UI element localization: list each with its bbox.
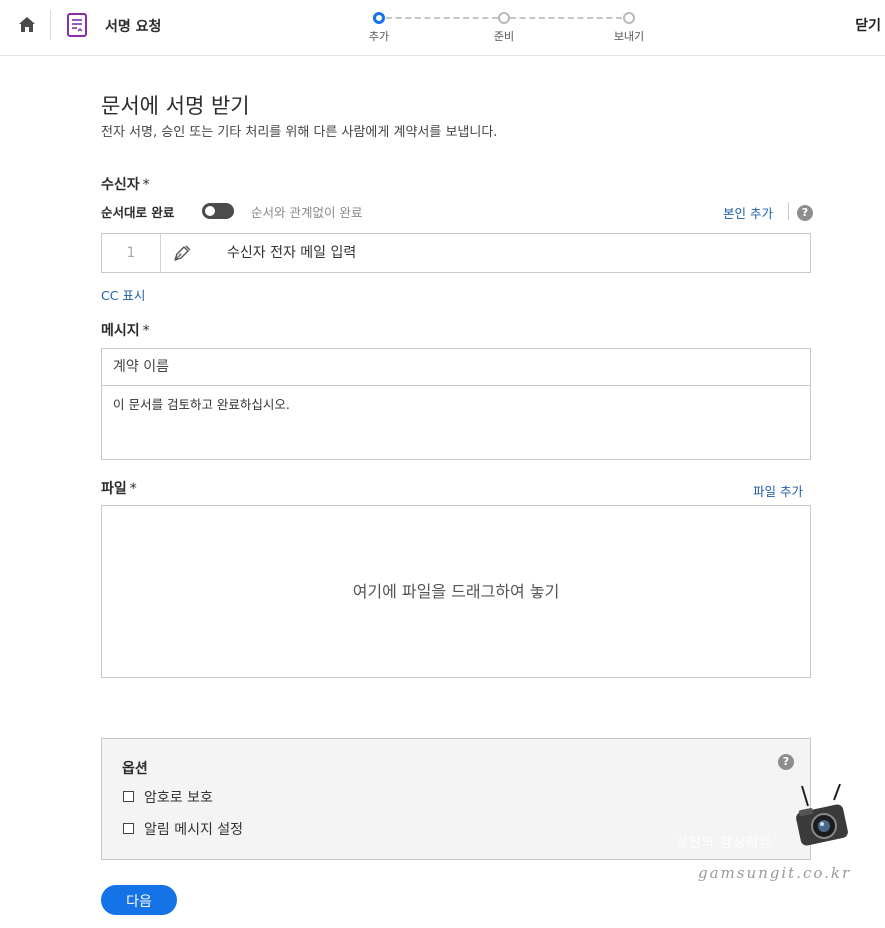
files-title: 파일 * [101, 478, 137, 498]
options-title: 옵션 [122, 761, 148, 777]
add-file-link[interactable]: 파일 추가 [753, 481, 803, 500]
recipients-help-icon[interactable]: ? [797, 205, 813, 221]
recipients-title: 수신자 * [101, 174, 150, 194]
step-connector [510, 17, 622, 19]
required-mark: * [129, 481, 137, 497]
order-off-label: 순서와 관계없이 완료 [251, 205, 363, 220]
sign-request-document-icon [67, 13, 87, 37]
reminder-checkbox[interactable] [123, 822, 134, 834]
options-help-icon[interactable]: ? [778, 754, 794, 770]
app-title: 서명 요청 [105, 19, 162, 35]
link-separator [788, 202, 789, 220]
show-cc-link[interactable]: CC 표시 [101, 285, 145, 304]
add-me-link[interactable]: 본인 추가 [723, 203, 773, 222]
order-toggle[interactable] [202, 203, 234, 219]
option-reminder-label: 알림 메시지 설정 [144, 822, 244, 838]
message-body-textarea[interactable]: 이 문서를 검토하고 완료하십시오. [113, 394, 290, 413]
watermark-url: gamsungit.co.kr [698, 864, 852, 882]
next-button[interactable]: 다음 [101, 885, 177, 915]
step-send-dot [623, 12, 635, 24]
password-checkbox[interactable] [123, 790, 134, 802]
recipient-row: 1 [101, 233, 811, 273]
header-divider [50, 10, 51, 40]
option-password-label: 암호로 보호 [144, 790, 213, 806]
option-password-protect[interactable]: 암호로 보호 [123, 787, 213, 807]
recipient-order-number: 1 [102, 234, 161, 272]
close-button[interactable]: 닫기 [855, 15, 881, 35]
required-mark: * [142, 177, 150, 193]
file-drop-zone[interactable]: 여기에 파일을 드래그하여 놓기 [101, 505, 811, 678]
message-title-text: 메시지 [101, 323, 140, 339]
signer-pen-icon[interactable] [172, 243, 192, 263]
progress-steps: 추가 준비 보내기 [368, 10, 645, 46]
page-subtitle: 전자 서명, 승인 또는 기타 처리를 위해 다른 사람에게 계약서를 보냅니다… [101, 125, 498, 140]
step-add-label: 추가 [368, 30, 390, 43]
agreement-name-input[interactable] [102, 349, 810, 386]
toggle-knob [205, 206, 215, 216]
step-send-label: 보내기 [613, 30, 645, 43]
page-title: 문서에 서명 받기 [101, 94, 250, 118]
home-icon[interactable] [16, 14, 38, 36]
top-bar: 서명 요청 추가 준비 보내기 닫기 [0, 0, 885, 56]
message-box: 이 문서를 검토하고 완료하십시오. [101, 348, 811, 460]
order-toggle-label: 순서대로 완료 [101, 205, 175, 220]
step-prepare-dot [498, 12, 510, 24]
step-connector [386, 17, 498, 19]
required-mark: * [142, 323, 150, 339]
camera-watermark-icon [796, 784, 848, 846]
message-title: 메시지 * [101, 320, 150, 340]
recipients-title-text: 수신자 [101, 177, 140, 193]
step-add-dot [373, 12, 385, 24]
step-prepare-label: 준비 [493, 30, 515, 43]
files-title-text: 파일 [101, 481, 127, 497]
option-reminder[interactable]: 알림 메시지 설정 [123, 819, 243, 839]
watermark-text: 꽃잔의 감성리뷰 [676, 836, 772, 851]
recipient-email-input[interactable] [227, 234, 787, 272]
drop-zone-text: 여기에 파일을 드래그하여 놓기 [352, 582, 560, 601]
